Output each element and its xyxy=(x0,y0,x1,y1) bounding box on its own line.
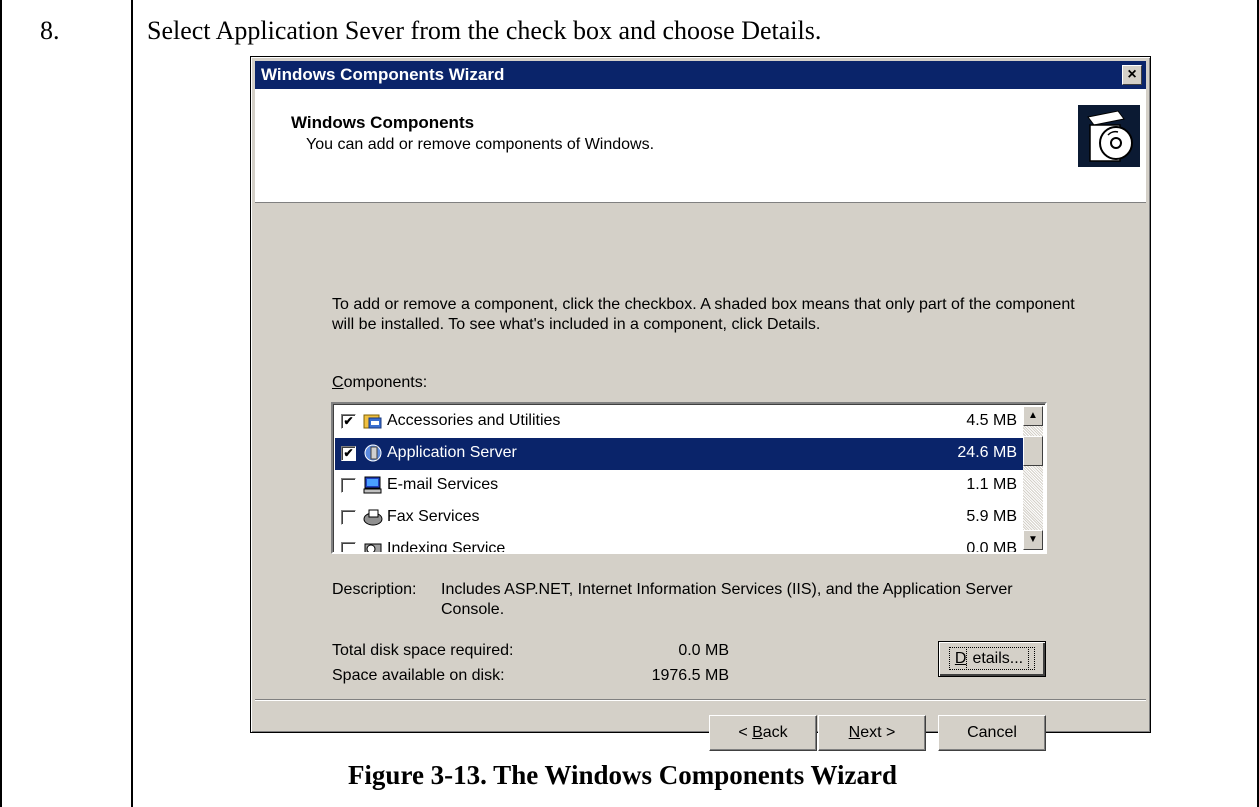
arrow-down-icon: ▼ xyxy=(1028,534,1038,545)
components-list[interactable]: ✔ Accessories and Utilities 4.5 MB ✔ App… xyxy=(331,402,1047,554)
table-border-left xyxy=(0,0,2,807)
component-size: 5.9 MB xyxy=(966,508,1017,525)
back-mnemonic: B xyxy=(752,724,763,741)
checkbox[interactable]: ✔ xyxy=(341,446,356,461)
intro-text: To add or remove a component, click the … xyxy=(332,296,1075,333)
table-border-middle xyxy=(131,0,133,807)
cd-box-icon xyxy=(1078,105,1140,167)
scroll-down-button[interactable]: ▼ xyxy=(1023,530,1043,550)
details-button[interactable]: Details... xyxy=(938,641,1046,677)
fax-services-icon xyxy=(363,508,383,526)
application-server-icon xyxy=(363,444,383,462)
figure-caption-text: Figure 3-13. The Windows Components Wiza… xyxy=(347,760,898,790)
step-instruction: Select Application Sever from the check … xyxy=(147,16,822,45)
scroll-up-button[interactable]: ▲ xyxy=(1023,406,1043,426)
details-mnemonic: D xyxy=(954,650,967,667)
details-button-label: Details... xyxy=(948,647,1036,670)
step-number: 8. xyxy=(40,16,60,45)
close-icon: × xyxy=(1127,66,1137,83)
component-size: 24.6 MB xyxy=(957,444,1017,461)
component-name: Fax Services xyxy=(387,508,480,525)
components-label-text: omponents: xyxy=(343,374,428,391)
description-text: Includes ASP.NET, Internet Information S… xyxy=(441,581,1013,618)
back-button[interactable]: < Back xyxy=(709,715,817,751)
list-item[interactable]: Indexing Service 0.0 MB xyxy=(335,534,1023,554)
checkbox[interactable] xyxy=(341,542,356,552)
list-scrollbar[interactable]: ▲ ▼ xyxy=(1023,406,1043,550)
cancel-button[interactable]: Cancel xyxy=(938,715,1046,751)
component-size: 0.0 MB xyxy=(966,540,1017,554)
next-label-rest: ext > xyxy=(860,724,896,741)
windows-components-wizard-dialog: Windows Components Wizard × Windows Comp… xyxy=(250,56,1151,751)
header-title: Windows Components xyxy=(291,113,475,132)
component-size: 4.5 MB xyxy=(966,412,1017,429)
checkbox[interactable]: ✔ xyxy=(341,414,356,429)
description-label: Description: xyxy=(332,581,417,598)
accessories-icon xyxy=(363,412,383,430)
dialog-titlebar[interactable]: Windows Components Wizard × xyxy=(255,61,1146,89)
component-name: Accessories and Utilities xyxy=(387,412,561,429)
arrow-up-icon: ▲ xyxy=(1028,410,1038,421)
components-label: Components: xyxy=(332,374,427,392)
cancel-label: Cancel xyxy=(967,724,1017,741)
component-name: E-mail Services xyxy=(387,476,499,493)
component-size: 1.1 MB xyxy=(966,476,1017,493)
component-name: Indexing Service xyxy=(387,540,506,554)
email-services-icon xyxy=(363,476,383,494)
space-available-value: 1976.5 MB xyxy=(651,667,729,684)
components-label-mnemonic: C xyxy=(332,374,344,391)
back-label-rest: ack xyxy=(762,724,788,741)
list-item[interactable]: Fax Services 5.9 MB xyxy=(335,502,1023,534)
checkbox[interactable] xyxy=(341,510,356,525)
total-disk-label: Total disk space required: xyxy=(332,642,514,659)
figure-caption: Figure 3-13. The Windows Components Wiza… xyxy=(0,760,1259,791)
header-subtitle: You can add or remove components of Wind… xyxy=(306,136,655,153)
wizard-header: Windows Components You can add or remove… xyxy=(255,89,1146,203)
close-button[interactable]: × xyxy=(1122,65,1142,85)
component-name: Application Server xyxy=(387,444,517,461)
list-item-selected[interactable]: ✔ Application Server 24.6 MB xyxy=(335,438,1023,470)
indexing-service-icon xyxy=(363,540,383,552)
scroll-thumb[interactable] xyxy=(1023,436,1043,466)
list-item[interactable]: E-mail Services 1.1 MB xyxy=(335,470,1023,502)
list-item[interactable]: ✔ Accessories and Utilities 4.5 MB xyxy=(335,406,1023,438)
button-separator xyxy=(255,699,1146,701)
details-label-rest: etails... xyxy=(966,647,1030,670)
back-prefix: < xyxy=(738,724,753,741)
next-button[interactable]: Next > xyxy=(818,715,926,751)
dialog-title: Windows Components Wizard xyxy=(261,65,505,84)
total-disk-value: 0.0 MB xyxy=(678,642,729,659)
space-available-label: Space available on disk: xyxy=(332,667,505,684)
next-mnemonic: N xyxy=(848,724,861,741)
checkbox[interactable] xyxy=(341,478,356,493)
